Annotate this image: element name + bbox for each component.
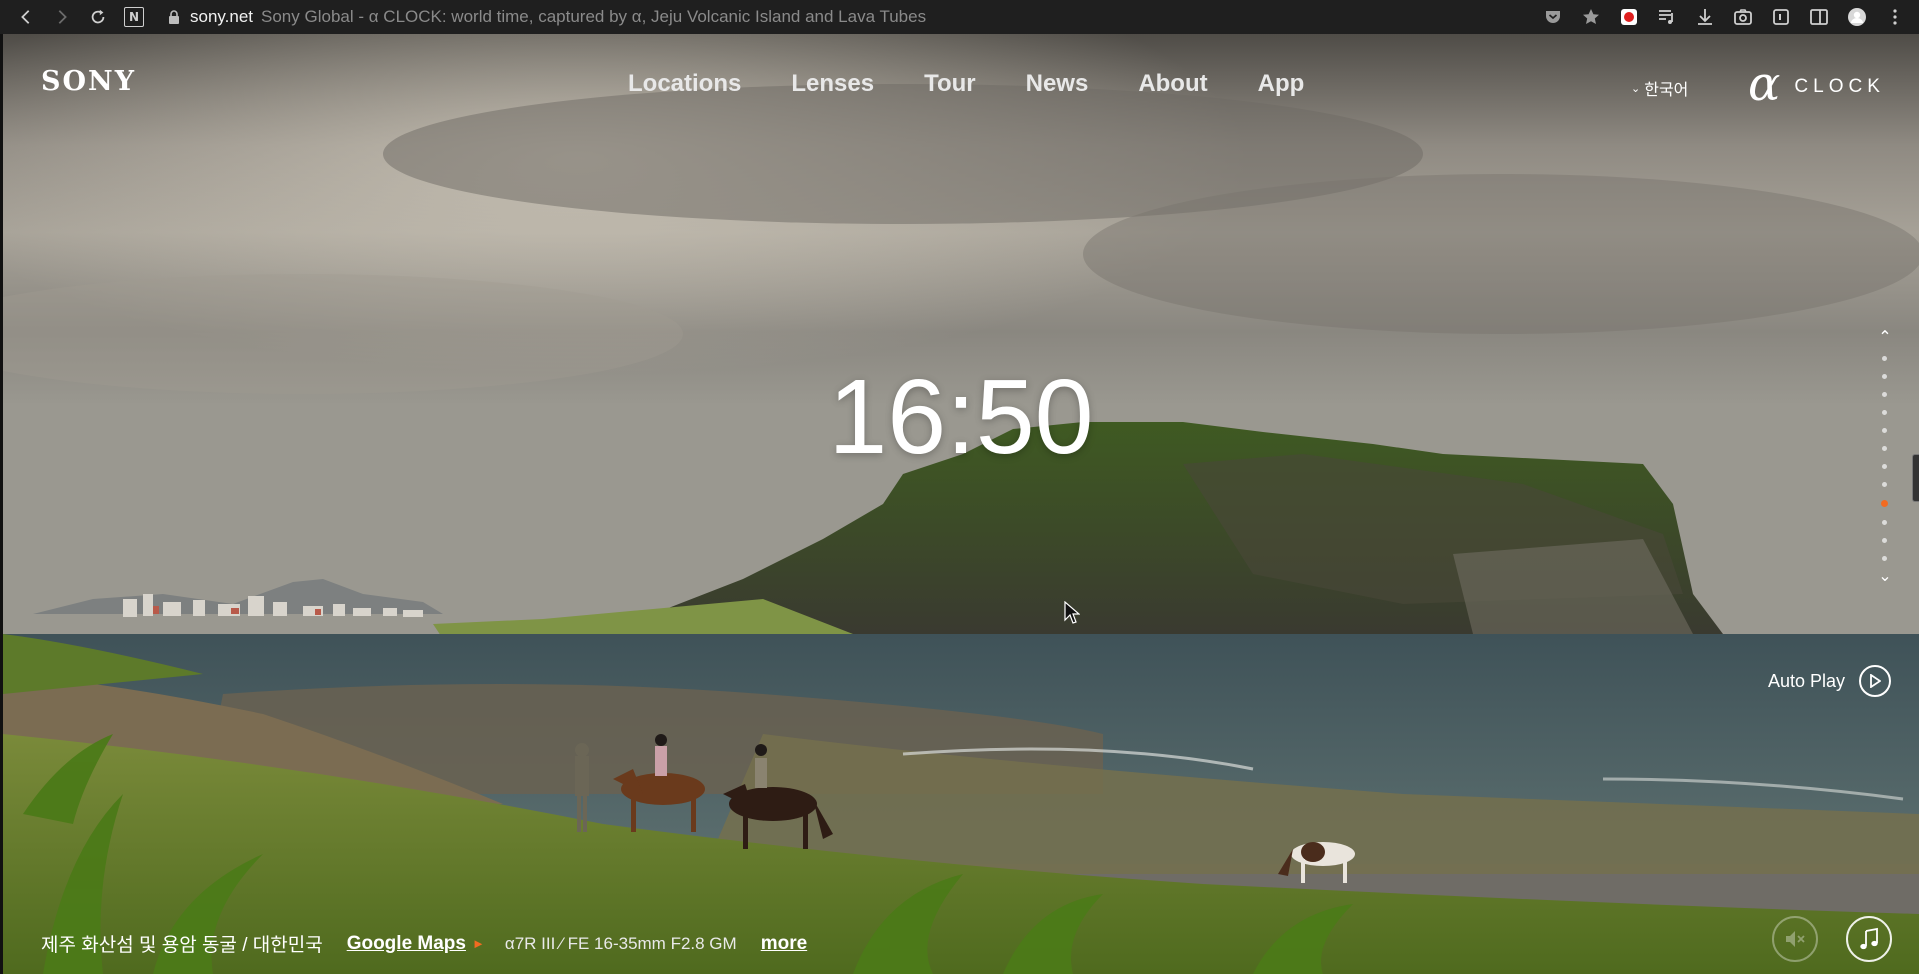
pager-dot[interactable] — [1882, 464, 1887, 469]
music-button[interactable] — [1846, 916, 1892, 962]
pager-dot[interactable] — [1882, 520, 1887, 525]
camera-lens-info: α7R III ⁄ FE 16-35mm F2.8 GM — [504, 933, 737, 953]
playlist-icon[interactable] — [1653, 3, 1681, 31]
bookmark-star-icon[interactable] — [1577, 3, 1605, 31]
nav-news[interactable]: News — [1001, 70, 1114, 98]
pocket-icon[interactable] — [1539, 3, 1567, 31]
play-icon — [1859, 665, 1892, 697]
browser-toolbar: N sony.net Sony Global - α CLOCK: world … — [0, 0, 1919, 34]
clock-logo-text: CLOCK — [1794, 76, 1885, 97]
music-note-icon — [1860, 927, 1878, 950]
site-header: SONY Locations Lenses Tour News About Ap… — [3, 34, 1919, 134]
pager-dot[interactable] — [1882, 538, 1887, 543]
record-icon[interactable] — [1615, 3, 1643, 31]
browser-nav: N — [10, 3, 150, 31]
location-pager: ⌃ ⌄ — [1875, 330, 1895, 587]
address-bar[interactable]: sony.net Sony Global - α CLOCK: world ti… — [168, 7, 926, 27]
pager-up-chevron-icon[interactable]: ⌃ — [1878, 330, 1891, 348]
autoplay-label: Auto Play — [1768, 670, 1846, 691]
nav-app[interactable]: App — [1233, 70, 1330, 98]
autoplay-control[interactable]: Auto Play — [1768, 665, 1892, 697]
nav-about[interactable]: About — [1113, 70, 1232, 98]
clock-time: 16:50 — [828, 358, 1094, 476]
screenshot-camera-icon[interactable] — [1729, 3, 1757, 31]
mouse-cursor-icon — [1064, 600, 1081, 630]
pager-dot[interactable] — [1882, 482, 1887, 487]
main-nav: Locations Lenses Tour News About App — [603, 70, 1329, 98]
browser-right-icons — [1539, 3, 1909, 31]
address-host: sony.net — [190, 7, 254, 26]
pager-dots — [1881, 356, 1888, 561]
lock-icon — [169, 10, 179, 24]
pager-dot-active[interactable] — [1881, 500, 1888, 507]
address-page-title: Sony Global - α CLOCK: world time, captu… — [261, 7, 927, 26]
mute-button[interactable] — [1772, 916, 1818, 962]
pager-dot[interactable] — [1882, 410, 1887, 415]
side-handle-tab[interactable] — [1912, 454, 1919, 502]
pager-dot[interactable] — [1882, 556, 1887, 561]
google-maps-link[interactable]: Google Maps — [347, 933, 466, 955]
nav-lenses[interactable]: Lenses — [766, 70, 899, 98]
arrow-right-icon: ► — [471, 936, 485, 951]
language-label: 한국어 — [1644, 82, 1689, 99]
speaker-muted-icon — [1786, 931, 1805, 947]
chevron-down-icon: ⌄ — [1631, 82, 1641, 95]
menu-kebab-icon[interactable] — [1881, 3, 1909, 31]
pager-dot[interactable] — [1882, 356, 1887, 361]
alpha-clock-page: SONY Locations Lenses Tour News About Ap… — [3, 34, 1919, 974]
download-icon[interactable] — [1691, 3, 1719, 31]
more-link[interactable]: more — [761, 933, 807, 955]
reload-icon[interactable] — [82, 3, 114, 31]
reader-icon[interactable] — [1767, 3, 1795, 31]
extension-n-icon[interactable]: N — [118, 3, 150, 31]
sony-logo[interactable]: SONY — [41, 66, 136, 97]
alpha-logo-mark: α — [1748, 56, 1781, 112]
profile-avatar-icon[interactable] — [1843, 3, 1871, 31]
pager-down-chevron-icon[interactable]: ⌄ — [1878, 569, 1891, 587]
location-name: 제주 화산섬 및 용암 동굴 / 대한민국 — [41, 935, 323, 956]
back-icon[interactable] — [10, 3, 42, 31]
forward-icon[interactable] — [46, 3, 78, 31]
hero-photo-jeju — [3, 34, 1919, 974]
photo-info-bar: 제주 화산섬 및 용암 동굴 / 대한민국 Google Maps ► α7R … — [41, 930, 807, 957]
pager-dot[interactable] — [1882, 374, 1887, 379]
pager-dot[interactable] — [1882, 428, 1887, 433]
nav-tour[interactable]: Tour — [899, 70, 1001, 98]
alpha-clock-logo[interactable]: α CLOCK — [1748, 60, 1885, 108]
pager-dot[interactable] — [1882, 392, 1887, 397]
pager-dot[interactable] — [1882, 446, 1887, 451]
nav-locations[interactable]: Locations — [603, 70, 766, 98]
language-selector[interactable]: ⌄ 한국어 — [1631, 76, 1688, 100]
sidebar-icon[interactable] — [1805, 3, 1833, 31]
